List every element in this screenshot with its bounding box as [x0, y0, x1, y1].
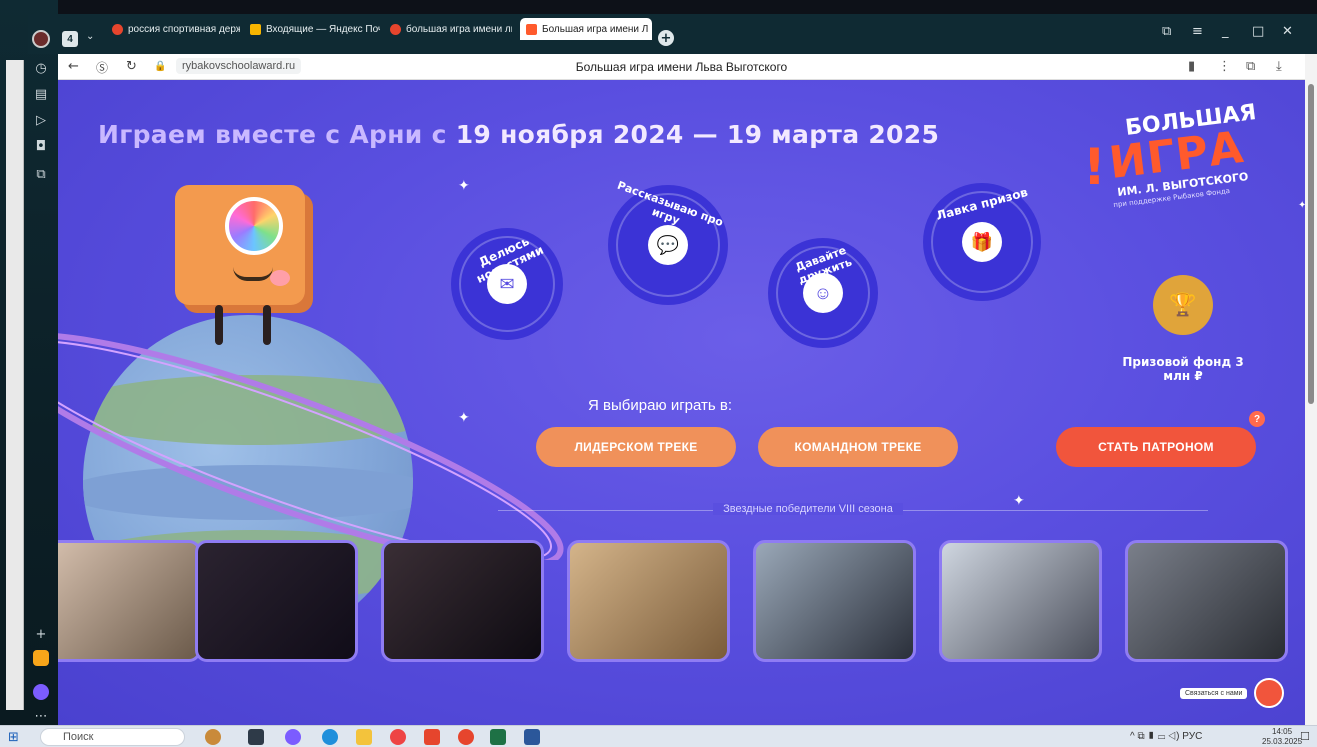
alice-taskbar-icon[interactable] — [285, 729, 301, 745]
become-patron-button[interactable]: СТАТЬ ПАТРОНОМ — [1056, 427, 1256, 467]
tab-label: россия спортивная держ — [128, 23, 240, 35]
menu-icon[interactable]: ≡ — [1192, 24, 1203, 39]
tab-manager-icon[interactable]: ⧉ — [1162, 24, 1171, 39]
contact-us-label[interactable]: Связаться с нами — [1180, 688, 1248, 699]
history-icon[interactable]: ◷ — [33, 60, 49, 76]
yandex-browser-icon[interactable] — [390, 729, 406, 745]
sparkle-icon: ✦ — [458, 178, 470, 194]
site-favicon-icon — [526, 23, 537, 35]
windows-start-icon[interactable]: ⊞ — [8, 730, 19, 745]
back-icon[interactable]: ← — [68, 59, 79, 74]
yandex-shield-icon[interactable]: Ⓢ — [96, 59, 108, 76]
bird-widget-icon[interactable] — [205, 729, 221, 745]
lets-be-friends-badge[interactable]: ☺ Давайте дружить — [768, 238, 878, 348]
sparkle-icon: ✦ — [1298, 200, 1305, 211]
excel-icon[interactable] — [490, 729, 506, 745]
tab-1[interactable]: россия спортивная держ — [112, 18, 240, 40]
play-icon[interactable]: ▷ — [33, 112, 49, 128]
scrollbar-thumb[interactable] — [1308, 84, 1314, 404]
tell-about-game-badge[interactable]: 💬 Рассказываю про игру — [608, 179, 728, 305]
lock-icon: 🔒 — [154, 61, 167, 72]
counter-icon[interactable]: ◘ — [33, 138, 49, 154]
alice-icon[interactable] — [33, 684, 49, 700]
tab-2[interactable]: Входящие — Яндекс Почт — [250, 18, 380, 40]
headline-prefix: Играем вместе с Арни с — [98, 120, 456, 149]
collections-icon[interactable]: ▤ — [33, 86, 49, 102]
minimize-icon[interactable]: _ — [1222, 24, 1229, 39]
background-ruler — [6, 60, 24, 710]
tab-3[interactable]: большая игра имени льв — [390, 18, 512, 40]
screenshot-icon[interactable]: ⧉ — [33, 166, 49, 182]
prize-fund-badge[interactable]: 🏆 Призовой фонд 3 млн ₽ — [1108, 230, 1258, 383]
tab-counter[interactable]: 4 — [62, 31, 78, 47]
file-explorer-icon[interactable] — [356, 729, 372, 745]
scrollbar[interactable] — [1305, 54, 1317, 725]
contact-icon[interactable] — [1254, 678, 1284, 708]
winner-photo[interactable] — [567, 540, 730, 662]
reload-icon[interactable]: ↻ — [126, 59, 137, 74]
tab-label: Большая игра имени Л — [542, 23, 649, 35]
winner-photo[interactable] — [195, 540, 358, 662]
choose-track-label: Я выбираю играть в: — [588, 397, 733, 414]
arni-mascot — [175, 185, 315, 350]
winner-photo[interactable] — [939, 540, 1102, 662]
yandex-search-icon[interactable] — [458, 729, 474, 745]
close-window-icon[interactable]: ✕ — [1282, 24, 1293, 39]
more-icon[interactable]: ⋯ — [33, 708, 49, 724]
envelope-icon: ✉ — [487, 264, 527, 304]
trophy-icon: 🏆 — [1153, 275, 1213, 335]
prize-shop-badge[interactable]: 🎁 Лавка призов — [923, 183, 1041, 301]
taskbar-search[interactable]: Поиск — [40, 728, 185, 746]
notifications-icon[interactable]: ☐ — [1300, 730, 1310, 743]
add-icon[interactable]: + — [33, 626, 49, 642]
logo-exclamation-icon: ! — [1083, 138, 1106, 196]
tab-active[interactable]: Большая игра имени Л ✕ — [520, 18, 652, 40]
web-page: Играем вместе с Арни с 19 ноября 2024 — … — [58, 80, 1305, 725]
word-icon[interactable] — [524, 729, 540, 745]
winner-photo[interactable] — [58, 540, 201, 662]
mail-app-icon[interactable] — [33, 650, 49, 666]
tab-list-chevron-icon[interactable]: ⌄ — [86, 31, 94, 42]
bookmark-icon[interactable]: ▮ — [1188, 59, 1195, 74]
more-options-icon[interactable]: ⋮ — [1218, 59, 1231, 74]
taskbar: ⊞ ⚲ Поиск ^ ⧉ ▮ ▭ ◁) РУС 14:0525.03.2025… — [0, 725, 1317, 747]
task-view-icon[interactable] — [248, 729, 264, 745]
share-news-badge[interactable]: ✉ Делюсь новостями — [451, 228, 563, 340]
team-track-button[interactable]: КОМАНДНОМ ТРЕКЕ — [758, 427, 958, 467]
game-logo[interactable]: ! БОЛЬШАЯ ИГРА ИМ. Л. ВЫГОТСКОГО при под… — [1083, 100, 1283, 218]
yandex-favicon-icon — [112, 23, 123, 35]
gift-icon: 🎁 — [962, 222, 1002, 262]
winner-photo[interactable] — [753, 540, 916, 662]
planet-ring — [58, 332, 564, 560]
system-tray[interactable]: ^ ⧉ ▮ ▭ ◁) РУС — [1130, 731, 1202, 742]
language-indicator[interactable]: РУС — [1182, 731, 1202, 742]
clock[interactable]: 14:05 25.03.2025 — [1262, 727, 1302, 747]
winner-photo[interactable] — [381, 540, 544, 662]
maximize-icon[interactable]: □ — [1252, 24, 1264, 39]
mail-favicon-icon — [250, 23, 261, 35]
people-icon: ☺ — [803, 273, 843, 313]
headline: Играем вместе с Арни с 19 ноября 2024 — … — [98, 120, 939, 149]
reader-icon[interactable]: ⧉ — [1246, 59, 1255, 74]
help-icon[interactable]: ? — [1249, 411, 1265, 427]
prize-fund-label: Призовой фонд 3 млн ₽ — [1122, 355, 1244, 383]
address-bar: ← Ⓢ ↻ 🔒 rybakovschoolaward.ru Большая иг… — [58, 54, 1305, 80]
winner-photo[interactable] — [1125, 540, 1288, 662]
tab-label: Входящие — Яндекс Почт — [266, 23, 380, 35]
yandex-app-icon[interactable] — [424, 729, 440, 745]
tab-label: большая игра имени льв — [406, 23, 512, 35]
headline-dates: 19 ноября 2024 — 19 марта 2025 — [455, 120, 940, 149]
url-field[interactable]: rybakovschoolaward.ru — [176, 58, 302, 74]
leader-track-button[interactable]: ЛИДЕРСКОМ ТРЕКЕ — [536, 427, 736, 467]
profile-avatar[interactable] — [32, 30, 50, 48]
new-tab-button[interactable]: + — [658, 30, 674, 46]
winners-label: Звездные победители VIII сезона — [358, 503, 1258, 515]
edge-icon[interactable] — [322, 729, 338, 745]
yandex-favicon-icon — [390, 23, 401, 35]
download-icon[interactable]: ⤓ — [1276, 59, 1282, 74]
speech-bubble-icon: 💬 — [648, 225, 688, 265]
